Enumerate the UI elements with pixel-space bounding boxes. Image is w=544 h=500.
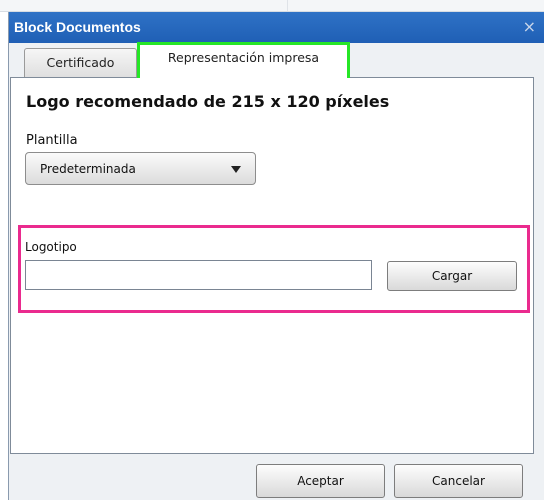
logo-path-input[interactable] [25,260,372,290]
logo-label: Logotipo [25,240,77,254]
tab-representacion-impresa[interactable]: Representación impresa [137,42,350,78]
background-window-strip [0,0,544,12]
cancel-button[interactable]: Cancelar [394,464,523,498]
logo-size-heading: Logo recomendado de 215 x 120 píxeles [26,92,390,111]
accept-button[interactable]: Aceptar [256,464,385,498]
background-divider [287,0,288,11]
chevron-down-icon [231,166,241,173]
dialog-titlebar: Block Documentos × [9,12,544,43]
template-select-value: Predeterminada [40,162,136,176]
tab-certificado-label: Certificado [46,55,115,70]
template-label: Plantilla [26,133,78,148]
tab-representacion-label: Representación impresa [167,50,320,65]
template-select[interactable]: Predeterminada [25,152,256,185]
load-button[interactable]: Cargar [387,261,517,291]
tab-certificado[interactable]: Certificado [24,48,137,78]
dialog-title: Block Documentos [14,19,141,35]
close-icon[interactable]: × [523,17,536,36]
